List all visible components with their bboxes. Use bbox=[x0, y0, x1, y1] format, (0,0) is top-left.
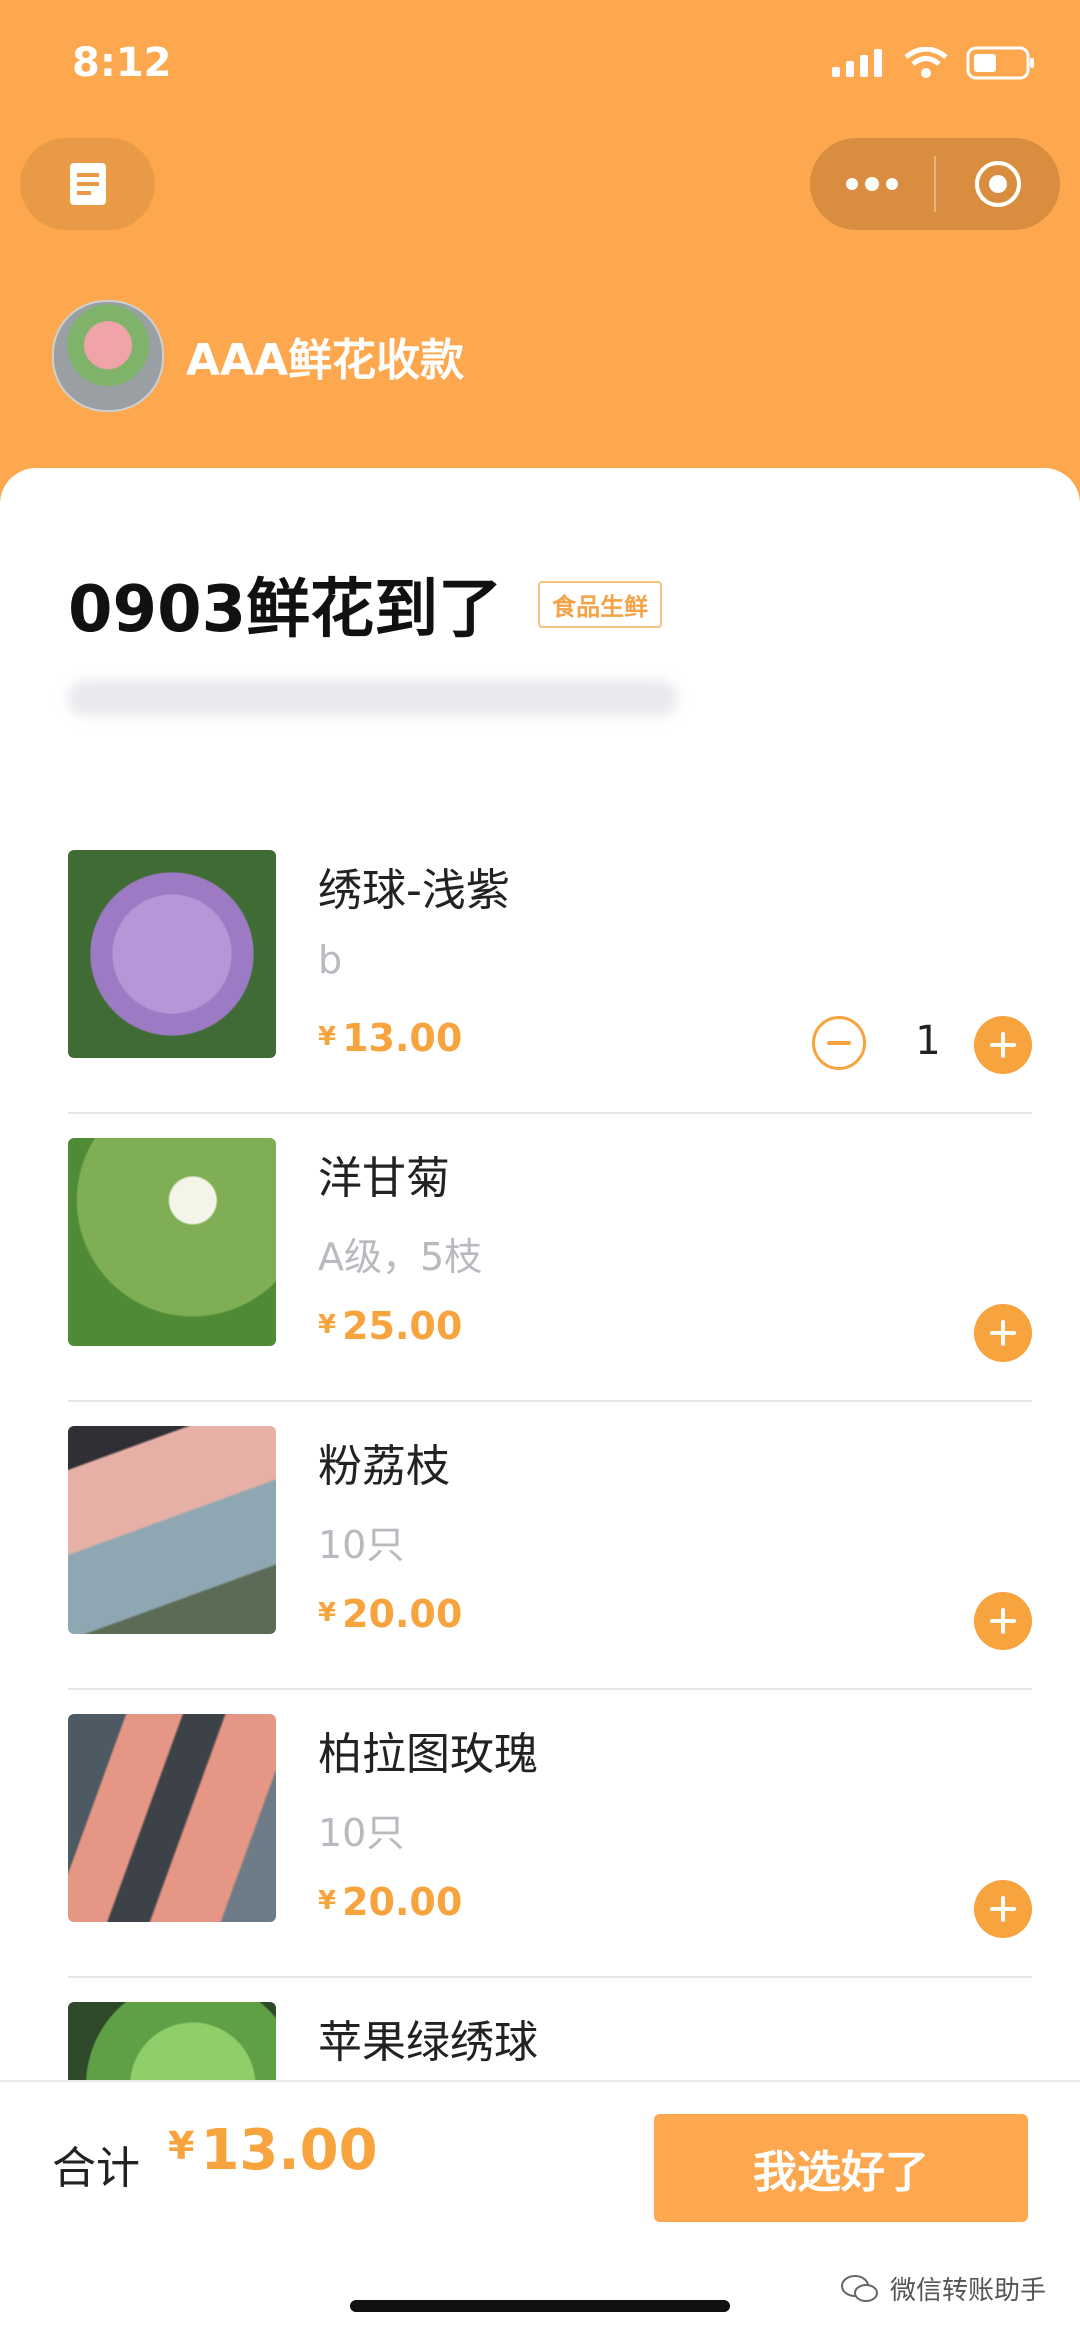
product-image bbox=[68, 1138, 276, 1346]
product-name: 洋甘菊 bbox=[318, 1153, 450, 1204]
product-item[interactable]: 柏拉图玫瑰 10只 ¥20.00 bbox=[68, 1692, 1032, 1980]
price-value: 25.00 bbox=[342, 1304, 463, 1348]
more-dots-icon bbox=[846, 177, 898, 191]
close-mini-program-button[interactable] bbox=[936, 138, 1060, 230]
total-label: 合计 bbox=[52, 2143, 140, 2194]
signal-icon bbox=[832, 49, 882, 77]
product-desc: b bbox=[318, 938, 343, 982]
add-button[interactable] bbox=[974, 1304, 1032, 1362]
product-desc: A级，5枝 bbox=[318, 1235, 483, 1279]
currency-symbol: ¥ bbox=[318, 1310, 337, 1340]
plus-icon bbox=[990, 1032, 1016, 1058]
mini-program-capsule bbox=[810, 138, 1060, 230]
product-price: ¥13.00 bbox=[318, 1016, 462, 1060]
status-icons bbox=[830, 46, 1036, 80]
product-name: 绣球-浅紫 bbox=[318, 865, 510, 916]
title-row: 0903鲜花到了 食品生鲜 bbox=[68, 558, 663, 650]
menu-document-button[interactable] bbox=[20, 138, 155, 230]
category-tag: 食品生鲜 bbox=[538, 580, 663, 628]
item-divider bbox=[68, 1976, 1032, 1978]
product-price: ¥20.00 bbox=[318, 1880, 462, 1924]
product-price: ¥20.00 bbox=[318, 1592, 462, 1636]
more-button[interactable] bbox=[810, 138, 934, 230]
product-image bbox=[68, 2002, 276, 2080]
plus-icon bbox=[990, 1608, 1016, 1634]
product-name: 苹果绿绣球 bbox=[318, 2017, 538, 2068]
shop-avatar bbox=[52, 300, 164, 412]
product-item[interactable]: 粉荔枝 10只 ¥20.00 bbox=[68, 1404, 1032, 1692]
product-item[interactable]: 绣球-浅紫 b ¥13.00 1 bbox=[68, 828, 1032, 1116]
product-price: ¥25.00 bbox=[318, 1304, 462, 1348]
shop-name: AAA鲜花收款 bbox=[186, 335, 465, 386]
wechat-icon bbox=[840, 2274, 878, 2302]
watermark: 微信转账助手 bbox=[840, 2270, 1046, 2307]
document-icon bbox=[69, 163, 106, 205]
status-time: 8:12 bbox=[72, 40, 172, 86]
decrease-button[interactable] bbox=[812, 1016, 866, 1070]
item-divider bbox=[68, 1112, 1032, 1114]
quantity-value: 1 bbox=[915, 1018, 941, 1064]
price-value: 20.00 bbox=[342, 1880, 463, 1924]
total-amount: ¥13.00 bbox=[168, 2118, 378, 2183]
currency-symbol: ¥ bbox=[318, 1022, 337, 1052]
price-value: 20.00 bbox=[342, 1592, 463, 1636]
plus-icon bbox=[990, 1320, 1016, 1346]
add-button[interactable] bbox=[974, 1592, 1032, 1650]
product-image bbox=[68, 1426, 276, 1634]
confirm-button[interactable]: 我选好了 bbox=[654, 2114, 1028, 2222]
watermark-text: 微信转账助手 bbox=[889, 2276, 1046, 2306]
product-image bbox=[68, 850, 276, 1058]
product-item[interactable]: 苹果绿绣球 bbox=[68, 1980, 1032, 2080]
wifi-icon bbox=[904, 47, 948, 78]
price-value: 13.00 bbox=[342, 1016, 463, 1060]
blurred-description bbox=[68, 680, 678, 716]
product-item[interactable]: 洋甘菊 A级，5枝 ¥25.00 bbox=[68, 1116, 1032, 1404]
plus-icon bbox=[990, 1896, 1016, 1922]
total-value: 13.00 bbox=[200, 2118, 378, 2183]
target-circle-icon bbox=[975, 161, 1021, 207]
page-title: 0903鲜花到了 bbox=[68, 573, 503, 647]
increase-button[interactable] bbox=[974, 1016, 1032, 1074]
home-indicator[interactable] bbox=[350, 2300, 730, 2312]
shop-info[interactable]: AAA鲜花收款 bbox=[52, 300, 464, 412]
currency-symbol: ¥ bbox=[318, 1598, 337, 1628]
currency-symbol: ¥ bbox=[318, 1886, 337, 1916]
product-name: 粉荔枝 bbox=[318, 1441, 450, 1492]
battery-icon bbox=[966, 46, 1034, 80]
product-desc: 10只 bbox=[318, 1523, 405, 1567]
product-image bbox=[68, 1714, 276, 1922]
product-desc: 10只 bbox=[318, 1811, 405, 1855]
minus-icon bbox=[827, 1041, 851, 1045]
item-divider bbox=[68, 1400, 1032, 1402]
product-name: 柏拉图玫瑰 bbox=[318, 1729, 538, 1780]
item-divider bbox=[68, 1688, 1032, 1690]
add-button[interactable] bbox=[974, 1880, 1032, 1938]
currency-symbol: ¥ bbox=[168, 2124, 195, 2168]
